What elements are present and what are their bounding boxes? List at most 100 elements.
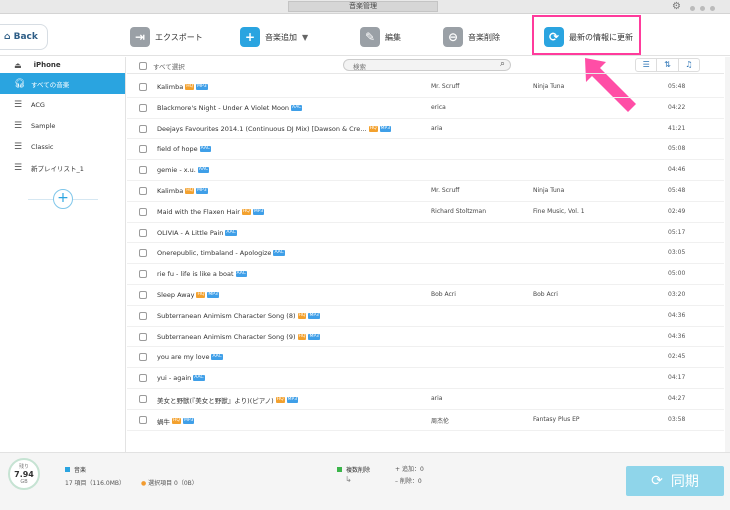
window-controls[interactable] [690,5,726,11]
playlist-icon: ☰ [14,141,23,152]
export-icon: ⇥ [130,27,150,47]
export-button[interactable]: ⇥ エクスポート [130,25,203,49]
format-badge: HQ [241,208,251,215]
format-badge: MP3 [379,125,392,132]
track-title-text: Kalimba [157,186,184,195]
track-title: Kalimba HQ MP3 [157,187,208,195]
track-title: you are my love AAC [157,353,223,361]
row-checkbox[interactable] [139,394,147,403]
track-album: Fantasy Plus EP [533,415,580,423]
track-title: 蝸牛 HQ MP3 [157,416,195,426]
add-music-button[interactable]: + 音楽追加 ▼ [240,25,308,49]
sidebar-item-label: ACG [31,100,45,109]
storage-unit: GB [20,479,28,485]
scrollbar[interactable] [725,57,730,452]
row-checkbox[interactable] [139,290,147,299]
edit-button[interactable]: ✎ 編集 [360,25,401,49]
close-icon[interactable] [710,6,715,11]
row-checkbox[interactable] [139,145,147,154]
row-checkbox[interactable] [139,83,147,91]
format-badge: MP3 [196,84,208,90]
add-playlist-button[interactable]: + [53,189,73,209]
track-title: yui - again AAC [157,374,205,382]
chevron-down-icon[interactable]: ▼ [302,33,308,42]
table-row[interactable]: OLIVIA - A Little Pain AAC 05:17 [127,223,724,244]
track-duration: 04:17 [668,374,686,382]
sidebar-item-new-playlist[interactable]: ☰ 新プレイリスト_1 [0,157,125,178]
track-duration: 03:20 [668,290,686,298]
add-music-label: 音楽追加 [265,32,297,42]
track-duration: 03:05 [668,249,686,257]
table-row[interactable]: Sleep Away HQ MP3 Bob Acri Bob Acri 03:20 [127,285,724,306]
row-checkbox[interactable] [139,332,147,341]
table-row[interactable]: Kalimba HQ MP3 Mr. Scruff Ninja Tuna 05:48 [127,77,724,98]
table-row[interactable]: Blackmore's Night - Under A Violet Moon A… [127,98,724,119]
track-title: Kalimba HQ MP3 [157,83,208,91]
track-album: Ninja Tuna [533,83,565,90]
table-row[interactable]: you are my love AAC 02:45 [127,347,724,369]
table-row[interactable]: field of hope AAC 05:08 [127,139,724,161]
back-label: Back [13,32,38,42]
format-badge: AAC [211,354,223,361]
table-row[interactable]: Kalimba HQ MP3 Mr. Scruff Ninja Tuna 05:48 [127,181,724,202]
row-checkbox[interactable] [139,166,147,175]
minimize-icon[interactable] [690,6,695,11]
track-title: Sleep Away HQ MP3 [157,291,219,299]
table-row[interactable]: Maid with the Flaxen Hair HQ MP3 Richard St… [127,202,724,223]
list-view-icon[interactable]: ☰ [636,59,658,71]
track-title-text: OLIVIA - A Little Pain [157,228,224,237]
sort-icon[interactable]: ⇅ [657,59,679,71]
row-checkbox[interactable] [139,103,147,112]
headphones-icon: 🎧︎ [14,78,26,89]
select-all[interactable]: すべて選択 [139,61,185,71]
format-badge: HQ [297,312,307,319]
search-icon[interactable]: ⌕ [500,59,505,69]
row-checkbox[interactable] [139,415,147,424]
table-row[interactable]: Deejays Favourites 2014.1 (Continuous DJ… [127,119,724,140]
row-checkbox[interactable] [139,249,147,258]
row-checkbox[interactable] [139,186,147,195]
track-title-text: yui - again [157,374,192,383]
track-album: Ninja Tuna [533,186,565,194]
device-header[interactable]: ⏏ iPhone [0,57,125,73]
music-label: 音楽 [74,467,87,474]
table-row[interactable]: Subterranean Animism Character Song (8) H… [127,306,724,327]
table-row[interactable]: Onerepublic, timbaland - Apologize AAC 03:… [127,243,724,265]
row-checkbox[interactable] [139,228,147,237]
table-row[interactable]: Subterranean Animism Character Song (9) H… [127,327,724,348]
format-badge: HQ [368,125,378,132]
select-all-checkbox[interactable] [139,62,147,70]
sidebar-item-all-music[interactable]: 🎧︎ すべての音楽 [0,73,125,94]
sidebar-item-classic[interactable]: ☰ Classic [0,136,125,157]
maximize-icon[interactable] [700,6,705,11]
track-duration: 05:17 [668,228,686,236]
sidebar-item-label: Sample [31,121,56,130]
sidebar-item-label: 新プレイリスト_1 [31,164,84,173]
table-row[interactable]: rie fu - life is like a boat AAC 05:00 [127,264,724,285]
row-checkbox[interactable] [139,207,147,216]
sidebar-item-acg[interactable]: ☰ ACG [0,94,125,115]
search-input[interactable]: 検索 ⌕ [343,59,511,71]
track-title: Deejays Favourites 2014.1 (Continuous DJ… [157,124,392,133]
row-checkbox[interactable] [139,311,147,320]
table-row[interactable]: 蝸牛 HQ MP3 周杰伦 Fantasy Plus EP 03:58 [127,410,724,431]
row-checkbox[interactable] [139,124,147,133]
delete-music-button[interactable]: ⊖ 音楽削除 [443,25,500,49]
settings-gear-icon[interactable]: ⚙ [672,1,681,12]
track-title-text: Deejays Favourites 2014.1 (Continuous DJ… [157,124,367,133]
playlist-icon: ☰ [14,162,23,173]
row-checkbox[interactable] [139,270,147,279]
sync-button[interactable]: ⟳ 同期 [626,466,724,496]
table-row[interactable]: yui - again AAC 04:17 [127,368,724,389]
table-row[interactable]: gemie - x.u. AAC 04:46 [127,160,724,181]
sidebar-item-sample[interactable]: ☰ Sample [0,115,125,136]
format-badge: HQ [297,333,307,340]
edit-label: 編集 [385,32,401,42]
track-title-text: gemie - x.u. [157,166,196,175]
table-row[interactable]: 美女と野獣(『美女と野獣』より)(ピアノ) HQ MP3 aria 04:27 [127,389,724,410]
back-button[interactable]: ⌂ Back [0,24,48,50]
row-checkbox[interactable] [139,353,147,362]
row-checkbox[interactable] [139,374,147,383]
selection-stats: 17 項目（116.0MB） ● 選択項目 0（0B） [65,478,198,487]
itunes-icon[interactable]: ♫ [679,59,699,71]
